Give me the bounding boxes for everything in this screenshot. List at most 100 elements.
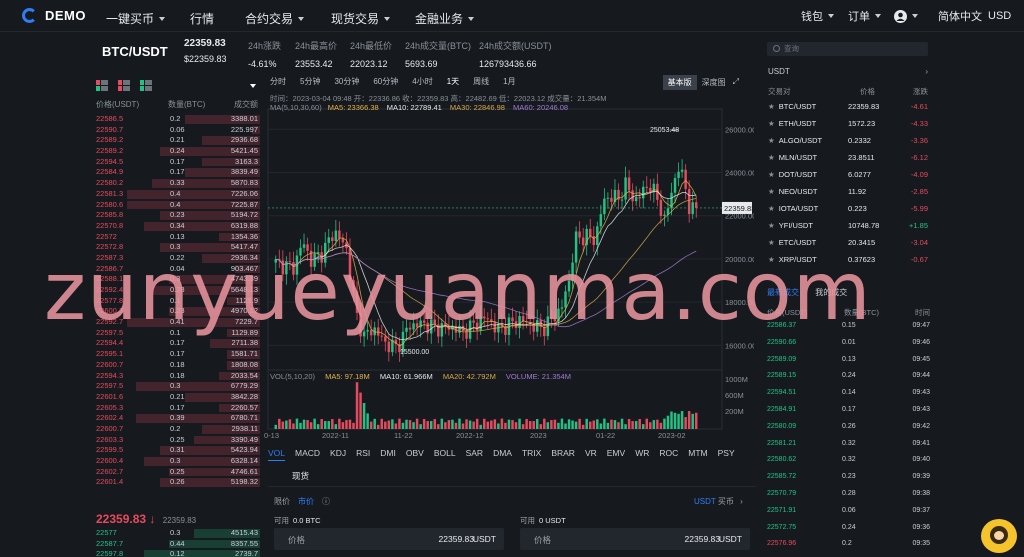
market-row[interactable]: ★ ALGO/USDT 0.2332 -3.36	[768, 132, 928, 149]
ask-row[interactable]: 22584.9 0.17 3839.49	[94, 167, 260, 178]
interval-tab[interactable]: 30分钟	[334, 76, 359, 87]
buy-price-field[interactable]: 价格 22359.83 USDT	[274, 528, 504, 550]
market-row[interactable]: ★ ETH/USDT 1572.23 -4.33	[768, 115, 928, 132]
volume-tick: 600M	[725, 391, 744, 400]
market-row[interactable]: ★ MLN/USDT 23.8511 -6.12	[768, 149, 928, 166]
indicator-tab[interactable]: BRAR	[551, 448, 575, 461]
interval-tab[interactable]: 分时	[270, 76, 286, 87]
indicator-tab[interactable]: DMI	[380, 448, 396, 461]
indicator-tab[interactable]: KDJ	[330, 448, 346, 461]
indicator-tab[interactable]: WR	[635, 448, 649, 461]
nav-quick-buy[interactable]: 一键买币	[106, 10, 166, 27]
ask-row[interactable]: 22603.3 0.25 3390.49	[94, 435, 260, 446]
indicator-tab[interactable]: ROC	[659, 448, 678, 461]
ask-row[interactable]: 22572 0.13 1354.36	[94, 232, 260, 243]
interval-tab[interactable]: 4小时	[412, 76, 432, 87]
ask-row[interactable]: 22585.8 0.23 5194.72	[94, 210, 260, 221]
indicator-tab[interactable]: VOL	[268, 448, 286, 461]
nav-finance[interactable]: 金融业务	[415, 10, 475, 27]
language-select[interactable]: 简体中文	[938, 0, 982, 32]
quote-switch[interactable]: USDT 买币 ›	[694, 496, 743, 507]
ask-row[interactable]: 22595.1 0.17 1581.71	[94, 349, 260, 360]
book-asks-icon[interactable]	[118, 80, 130, 91]
market-tab-usdt[interactable]: USDT ›	[768, 67, 928, 76]
brand-logo[interactable]: DEMO	[22, 8, 110, 23]
star-icon[interactable]: ★	[768, 187, 775, 196]
bid-row[interactable]: 22597.8 0.12 2739.7	[94, 549, 260, 557]
nav-spot[interactable]: 现货交易	[331, 10, 391, 27]
pair-name[interactable]: BTC/USDT	[102, 44, 168, 59]
market-row[interactable]: ★ YFI/USDT 10748.78 +1.85	[768, 217, 928, 234]
indicator-tab[interactable]: RSI	[356, 448, 370, 461]
ask-row[interactable]: 22594.3 0.18 2033.54	[94, 371, 260, 382]
ask-row[interactable]: 22594.4 0.17 2711.38	[94, 338, 260, 349]
nav-markets[interactable]: 行情	[190, 10, 214, 27]
interval-tab[interactable]: 1天	[447, 76, 459, 87]
market-row[interactable]: ★ DOT/USDT 6.0277 -4.09	[768, 166, 928, 183]
nav-futures[interactable]: 合约交易	[245, 10, 305, 27]
ask-row[interactable]: 22590.7 0.06 225.997	[94, 125, 260, 136]
star-icon[interactable]: ★	[768, 136, 775, 145]
interval-tab[interactable]: 60分钟	[373, 76, 398, 87]
star-icon[interactable]: ★	[768, 102, 775, 111]
info-icon[interactable]: ⓘ	[322, 496, 330, 507]
ask-row[interactable]: 22601.4 0.26 5198.32	[94, 477, 260, 488]
indicator-tab[interactable]: SAR	[466, 448, 483, 461]
ask-row[interactable]: 22600.4 0.3 6328.14	[94, 456, 260, 467]
order-type-market[interactable]: 市价	[298, 496, 314, 507]
currency-select[interactable]: USD	[988, 0, 1011, 32]
ask-row[interactable]: 22602.7 0.25 4746.61	[94, 467, 260, 478]
indicator-tab[interactable]: MTM	[688, 448, 707, 461]
ask-row[interactable]: 22600.7 0.2 2938.11	[94, 424, 260, 435]
market-search-input[interactable]: 查询	[767, 42, 928, 56]
book-bids-icon[interactable]	[140, 80, 152, 91]
indicator-tab[interactable]: DMA	[493, 448, 512, 461]
support-chat-button[interactable]	[981, 519, 1017, 553]
sell-price-field[interactable]: 价格 22359.83 USDT	[520, 528, 750, 550]
star-icon[interactable]: ★	[768, 119, 775, 128]
indicator-tab[interactable]: BOLL	[434, 448, 456, 461]
precision-dropdown-icon[interactable]	[250, 84, 256, 88]
bid-row[interactable]: 22577 0.3 4515.43	[94, 528, 260, 539]
fullscreen-icon[interactable]: ⤢	[731, 75, 744, 90]
ask-row[interactable]: 22597.5 0.3 6779.29	[94, 381, 260, 392]
indicator-tab[interactable]: VR	[585, 448, 597, 461]
star-icon[interactable]: ★	[768, 204, 775, 213]
wallet-menu[interactable]: 钱包	[801, 0, 834, 32]
interval-tab[interactable]: 周线	[473, 76, 489, 87]
view-basic[interactable]: 基本版	[662, 75, 697, 90]
interval-tab[interactable]: 5分钟	[300, 76, 320, 87]
ask-row[interactable]: 22589.2 0.24 5421.45	[94, 146, 260, 157]
ask-row[interactable]: 22599.5 0.31 5423.94	[94, 445, 260, 456]
ask-row[interactable]: 22580.6 0.4 7225.87	[94, 200, 260, 211]
ask-row[interactable]: 22594.5 0.17 3163.3	[94, 157, 260, 168]
ask-row[interactable]: 22570.8 0.34 6319.88	[94, 221, 260, 232]
star-icon[interactable]: ★	[768, 170, 775, 179]
interval-tab[interactable]: 1月	[503, 76, 515, 87]
view-depth[interactable]: 深度图	[697, 75, 731, 90]
ask-row[interactable]: 22586.5 0.2 3388.01	[94, 114, 260, 125]
ask-row[interactable]: 22600.7 0.18 1808.08	[94, 360, 260, 371]
order-type-limit[interactable]: 限价	[274, 496, 290, 507]
market-row[interactable]: ★ BTC/USDT 22359.83 -4.61	[768, 98, 928, 115]
ask-row[interactable]: 22605.3 0.17 2260.57	[94, 403, 260, 414]
star-icon[interactable]: ★	[768, 221, 775, 230]
ask-row[interactable]: 22601.6 0.21 3842.28	[94, 392, 260, 403]
star-icon[interactable]: ★	[768, 153, 775, 162]
bid-row[interactable]: 22587.7 0.44 8357.55	[94, 539, 260, 550]
indicator-tab[interactable]: TRIX	[522, 448, 541, 461]
book-both-icon[interactable]	[96, 80, 108, 91]
indicator-tab[interactable]: OBV	[406, 448, 424, 461]
orders-menu[interactable]: 订单	[848, 0, 881, 32]
indicator-tab[interactable]: MACD	[295, 448, 320, 461]
account-menu[interactable]	[894, 0, 918, 32]
tab-spot[interactable]: 现货	[292, 470, 309, 482]
ask-row[interactable]: 22589.2 0.21 2936.68	[94, 135, 260, 146]
ask-row[interactable]: 22581.3 0.4 7226.06	[94, 189, 260, 200]
market-row[interactable]: ★ NEO/USDT 11.92 -2.85	[768, 183, 928, 200]
market-row[interactable]: ★ IOTA/USDT 0.223 -5.99	[768, 200, 928, 217]
ask-row[interactable]: 22602.4 0.39 6780.71	[94, 413, 260, 424]
indicator-tab[interactable]: EMV	[607, 448, 625, 461]
ask-row[interactable]: 22580.2 0.33 5870.83	[94, 178, 260, 189]
indicator-tab[interactable]: PSY	[718, 448, 735, 461]
